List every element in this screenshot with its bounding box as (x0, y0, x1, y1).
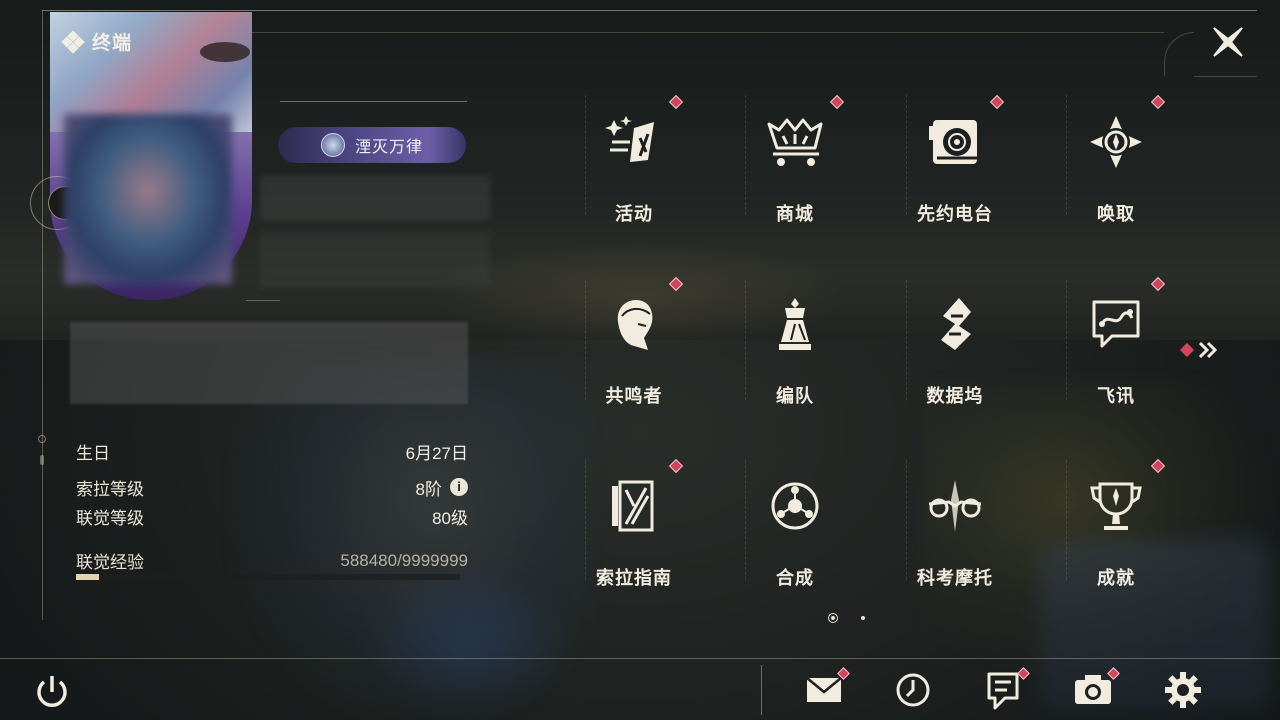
menu-item-radio[interactable]: 先约电台 (895, 100, 1015, 240)
window-title: 终端 (61, 28, 133, 55)
guidebook-icon (612, 480, 654, 532)
shop-cart-icon (767, 118, 823, 166)
synthesis-icon (771, 482, 819, 530)
menu-item-achievements[interactable]: 成就 (1056, 464, 1176, 604)
clock-icon (896, 673, 930, 707)
exp-value: 588480/9999999 (340, 550, 468, 570)
menu-label: 编队 (776, 386, 814, 406)
frame-line-right (1194, 76, 1257, 77)
title-badge-label: 湮灭万律 (354, 139, 423, 156)
resonator-icon (617, 300, 653, 350)
bottom-bar-divider (761, 665, 762, 715)
trophy-icon (1090, 482, 1142, 530)
card-divider (246, 300, 280, 301)
data-bank-icon (941, 298, 971, 350)
frame-line-bottom (0, 658, 1280, 659)
stat-value: 8阶 (415, 479, 442, 499)
stat-label: 索拉等级 (76, 479, 144, 499)
stat-value-wrap: 8阶 i (416, 475, 468, 500)
window-title-text: 终端 (92, 33, 133, 54)
menu-label: 成就 (1097, 568, 1135, 588)
menu-label: 飞讯 (1097, 386, 1135, 406)
exp-label: 联觉经验 (76, 553, 144, 572)
stat-label: 生日 (76, 443, 110, 463)
info-icon[interactable]: i (450, 478, 468, 496)
convene-icon (1090, 116, 1142, 168)
frame-ornament (40, 455, 44, 465)
menu-label: 活动 (615, 204, 653, 224)
double-chevron-right-icon (1198, 341, 1218, 359)
radio-icon (929, 120, 977, 164)
menu-label: 科考摩托 (917, 568, 993, 588)
menu-item-messages[interactable]: 飞讯 (1056, 282, 1176, 422)
terminal-icon (61, 29, 85, 54)
stat-value: 6月27日 (405, 443, 468, 463)
avatar[interactable] (64, 114, 232, 284)
frame-line-top (42, 10, 1257, 11)
menu-item-shop[interactable]: 商城 (735, 100, 855, 240)
player-name-redacted (260, 176, 490, 220)
menu-item-convene[interactable]: 唤取 (1056, 100, 1176, 240)
activity-icon (605, 116, 654, 162)
power-icon (37, 676, 67, 707)
stat-union-level: 联觉等级 80级 (76, 502, 468, 530)
stat-sol-rank: 索拉等级 8阶 i (76, 472, 468, 502)
menu-label: 数据坞 (926, 386, 984, 406)
profile-divider (280, 101, 467, 102)
card-artwork-hat (200, 42, 250, 62)
menu-label: 合成 (776, 568, 814, 588)
page-indicator-2[interactable] (861, 616, 865, 620)
power-button[interactable] (32, 672, 72, 712)
menu-label: 共鸣者 (605, 386, 663, 406)
menu-item-resonators[interactable]: 共鸣者 (574, 282, 694, 422)
history-button[interactable] (891, 668, 935, 712)
close-button[interactable] (1208, 22, 1248, 62)
page-indicator-1[interactable] (828, 613, 838, 623)
team-icon (779, 298, 811, 350)
menu-item-data-bank[interactable]: 数据坞 (895, 282, 1015, 422)
frame-line-left (42, 10, 43, 620)
next-page-button[interactable] (1196, 338, 1220, 362)
settings-button[interactable] (1161, 668, 1205, 712)
exp-progress-bar (76, 574, 460, 580)
menu-item-guidebook[interactable]: 索拉指南 (574, 464, 694, 604)
settings-gear-icon (1165, 672, 1201, 708)
menu-label: 唤取 (1097, 204, 1135, 224)
menu-item-team[interactable]: 编队 (735, 282, 855, 422)
frame-line-inner (252, 32, 1164, 33)
profile-stats: 生日 6月27日 索拉等级 8阶 i 联觉等级 80级 (76, 436, 468, 530)
motorcycle-icon (928, 480, 982, 532)
menu-label: 商城 (776, 204, 814, 224)
menu-label: 索拉指南 (596, 568, 672, 588)
menu-item-synthesis[interactable]: 合成 (735, 464, 855, 604)
exp-row: 联觉经验 588480/9999999 (76, 548, 468, 573)
menu-item-activity[interactable]: 活动 (574, 100, 694, 240)
menu-label: 先约电台 (917, 204, 993, 224)
title-badge[interactable]: 湮灭万律 (278, 127, 466, 163)
player-signature-redacted[interactable] (70, 322, 468, 404)
close-icon (1213, 27, 1243, 57)
menu-item-motorcycle[interactable]: 科考摩托 (895, 464, 1015, 604)
badge-avatar (320, 133, 345, 157)
stat-birthday: 生日 6月27日 (76, 436, 468, 466)
frame-ornament (38, 435, 46, 443)
exp-progress-fill (76, 574, 100, 580)
message-icon (1092, 300, 1140, 348)
stat-value: 80级 (432, 508, 468, 528)
stat-label: 联觉等级 (76, 508, 144, 528)
player-id-redacted[interactable] (260, 232, 490, 288)
